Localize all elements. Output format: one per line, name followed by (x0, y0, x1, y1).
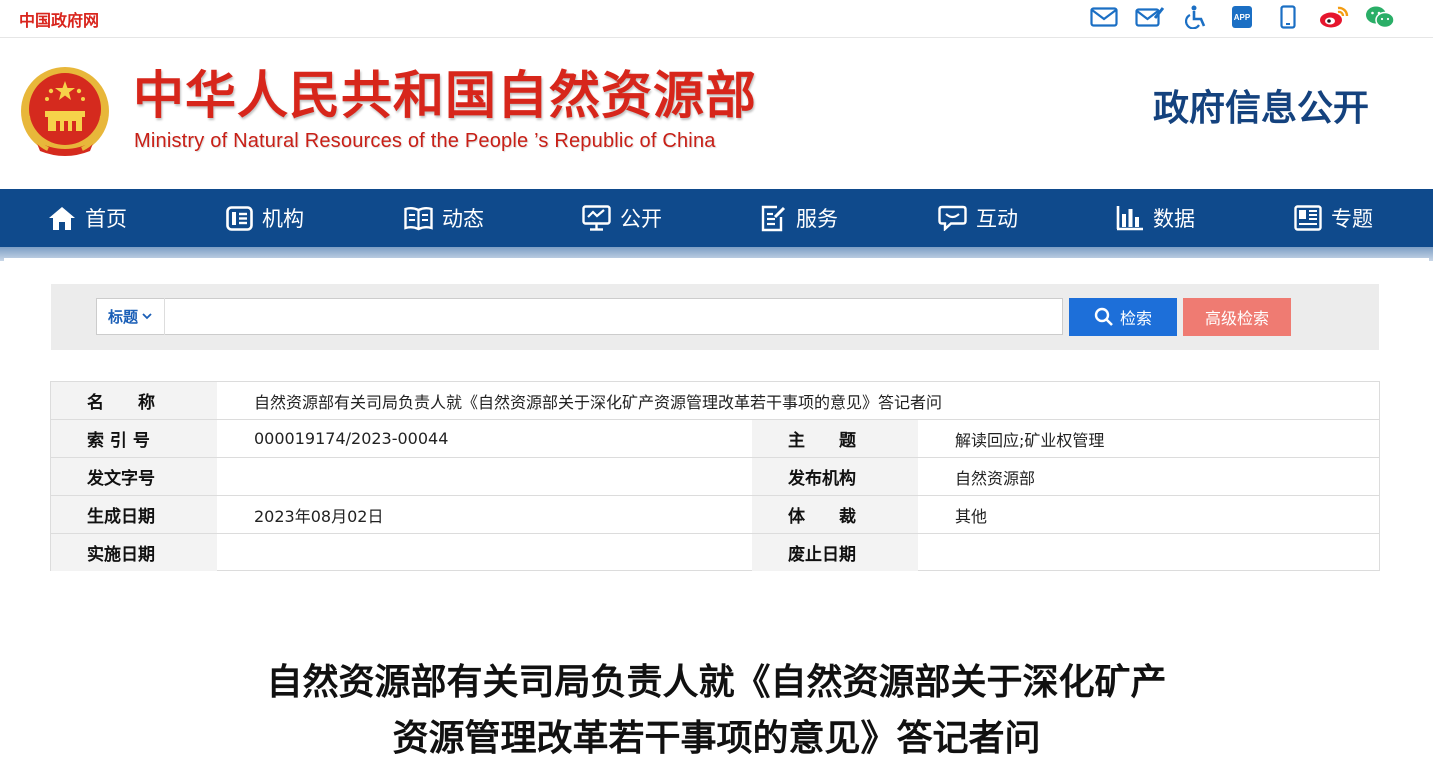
book-icon (404, 206, 433, 230)
masthead: 中华人民共和国自然资源部 Ministry of Natural Resourc… (0, 39, 1433, 189)
site-title-en: Ministry of Natural Resources of the Peo… (134, 130, 716, 152)
svg-text:APP: APP (1234, 13, 1251, 22)
index-value: 000019174/2023-00044 (254, 429, 449, 448)
document-info-table: 名 称 自然资源部有关司局负责人就《自然资源部关于深化矿产资源管理改革若干事项的… (50, 381, 1380, 571)
advanced-search-label: 高级检索 (1204, 311, 1269, 328)
search-type-select[interactable]: 标题 (96, 298, 165, 335)
search-type-label: 标题 (107, 308, 138, 326)
topic-icon (1294, 205, 1322, 231)
info-row-index: 索 引 号 000019174/2023-00044 主 题 解读回应;矿业权管… (51, 420, 1379, 458)
article-title-line-1: 自然资源部有关司局负责人就《自然资源部关于深化矿产 (266, 662, 1167, 703)
date-label: 生成日期 (51, 496, 217, 533)
search-icon (1094, 307, 1113, 326)
issuer-label: 发布机构 (752, 458, 918, 495)
nav-label: 专题 (1331, 207, 1373, 231)
nav-item-interact[interactable]: 互动 (938, 189, 1018, 247)
wechat-icon[interactable] (1357, 4, 1403, 30)
article-title-line-2: 资源管理改革若干事项的意见》答记者问 (392, 718, 1041, 759)
search-button-label: 检索 (1119, 311, 1152, 328)
nav-item-data[interactable]: 数据 (1116, 189, 1195, 247)
nav-item-service[interactable]: 服务 (760, 189, 838, 247)
weibo-icon[interactable] (1311, 4, 1357, 30)
nav-label: 数据 (1153, 207, 1195, 231)
section-title: 政府信息公开 (1152, 88, 1369, 129)
mail-icon[interactable] (1081, 4, 1127, 30)
advanced-search-button[interactable]: 高级检索 (1183, 298, 1291, 336)
accessibility-icon[interactable] (1173, 4, 1219, 30)
info-row-name: 名 称 自然资源部有关司局负责人就《自然资源部关于深化矿产资源管理改革若干事项的… (51, 382, 1379, 420)
info-row-date: 生成日期 2023年08月02日 体 裁 其他 (51, 496, 1379, 534)
index-label: 索 引 号 (51, 420, 217, 457)
app-icon[interactable]: APP (1219, 4, 1265, 30)
nav-item-public[interactable]: 公开 (582, 189, 662, 247)
issuer-value: 自然资源部 (955, 468, 1036, 488)
nav-item-org[interactable]: 机构 (226, 189, 304, 247)
home-icon (49, 207, 75, 230)
monitor-icon (582, 205, 611, 231)
top-icon-group: APP (1081, 4, 1403, 30)
topic-label: 主 题 (752, 420, 918, 457)
nav-label: 服务 (796, 207, 838, 231)
nav-item-news[interactable]: 动态 (404, 189, 484, 247)
search-input[interactable] (166, 300, 1060, 333)
mobile-icon[interactable] (1265, 4, 1311, 30)
site-title-cn: 中华人民共和国自然资源部 (133, 67, 758, 126)
nav-label: 动态 (442, 207, 484, 231)
nav-label: 公开 (620, 207, 662, 231)
gov-portal-link[interactable]: 中国政府网 (19, 7, 99, 31)
nav-label: 互动 (976, 207, 1018, 231)
genre-value: 其他 (955, 506, 988, 526)
nav-item-topics[interactable]: 专题 (1294, 189, 1373, 247)
mail-edit-icon[interactable] (1127, 4, 1173, 30)
national-emblem-icon[interactable] (18, 61, 113, 161)
top-bar: 中国政府网 APP (0, 0, 1433, 38)
chat-icon (938, 205, 967, 231)
search-button[interactable]: 检索 (1069, 298, 1177, 336)
org-icon (226, 205, 253, 231)
expire-label: 废止日期 (752, 534, 918, 571)
edit-doc-icon (761, 205, 786, 231)
genre-label: 体 裁 (752, 496, 918, 533)
topic-value: 解读回应;矿业权管理 (955, 430, 1105, 450)
name-label: 名 称 (51, 382, 217, 419)
date-value: 2023年08月02日 (254, 506, 384, 526)
chevron-down-icon (142, 313, 152, 320)
info-row-docno: 发文字号 发布机构 自然资源部 (51, 458, 1379, 496)
nav-label: 首页 (85, 207, 127, 231)
name-value: 自然资源部有关司局负责人就《自然资源部关于深化矿产资源管理改革若干事项的意见》答… (254, 392, 943, 412)
effective-label: 实施日期 (51, 534, 217, 571)
nav-item-home[interactable]: 首页 (48, 189, 127, 247)
article-title: 自然资源部有关司局负责人就《自然资源部关于深化矿产 资源管理改革若干事项的意见》… (0, 655, 1433, 767)
bar-chart-icon (1116, 206, 1143, 231)
info-row-effective: 实施日期 废止日期 (51, 534, 1379, 572)
main-nav: 首页 机构 动态 公开 服务 互动 数据 专题 (0, 189, 1433, 247)
nav-label: 机构 (262, 207, 304, 231)
docno-label: 发文字号 (51, 458, 217, 495)
